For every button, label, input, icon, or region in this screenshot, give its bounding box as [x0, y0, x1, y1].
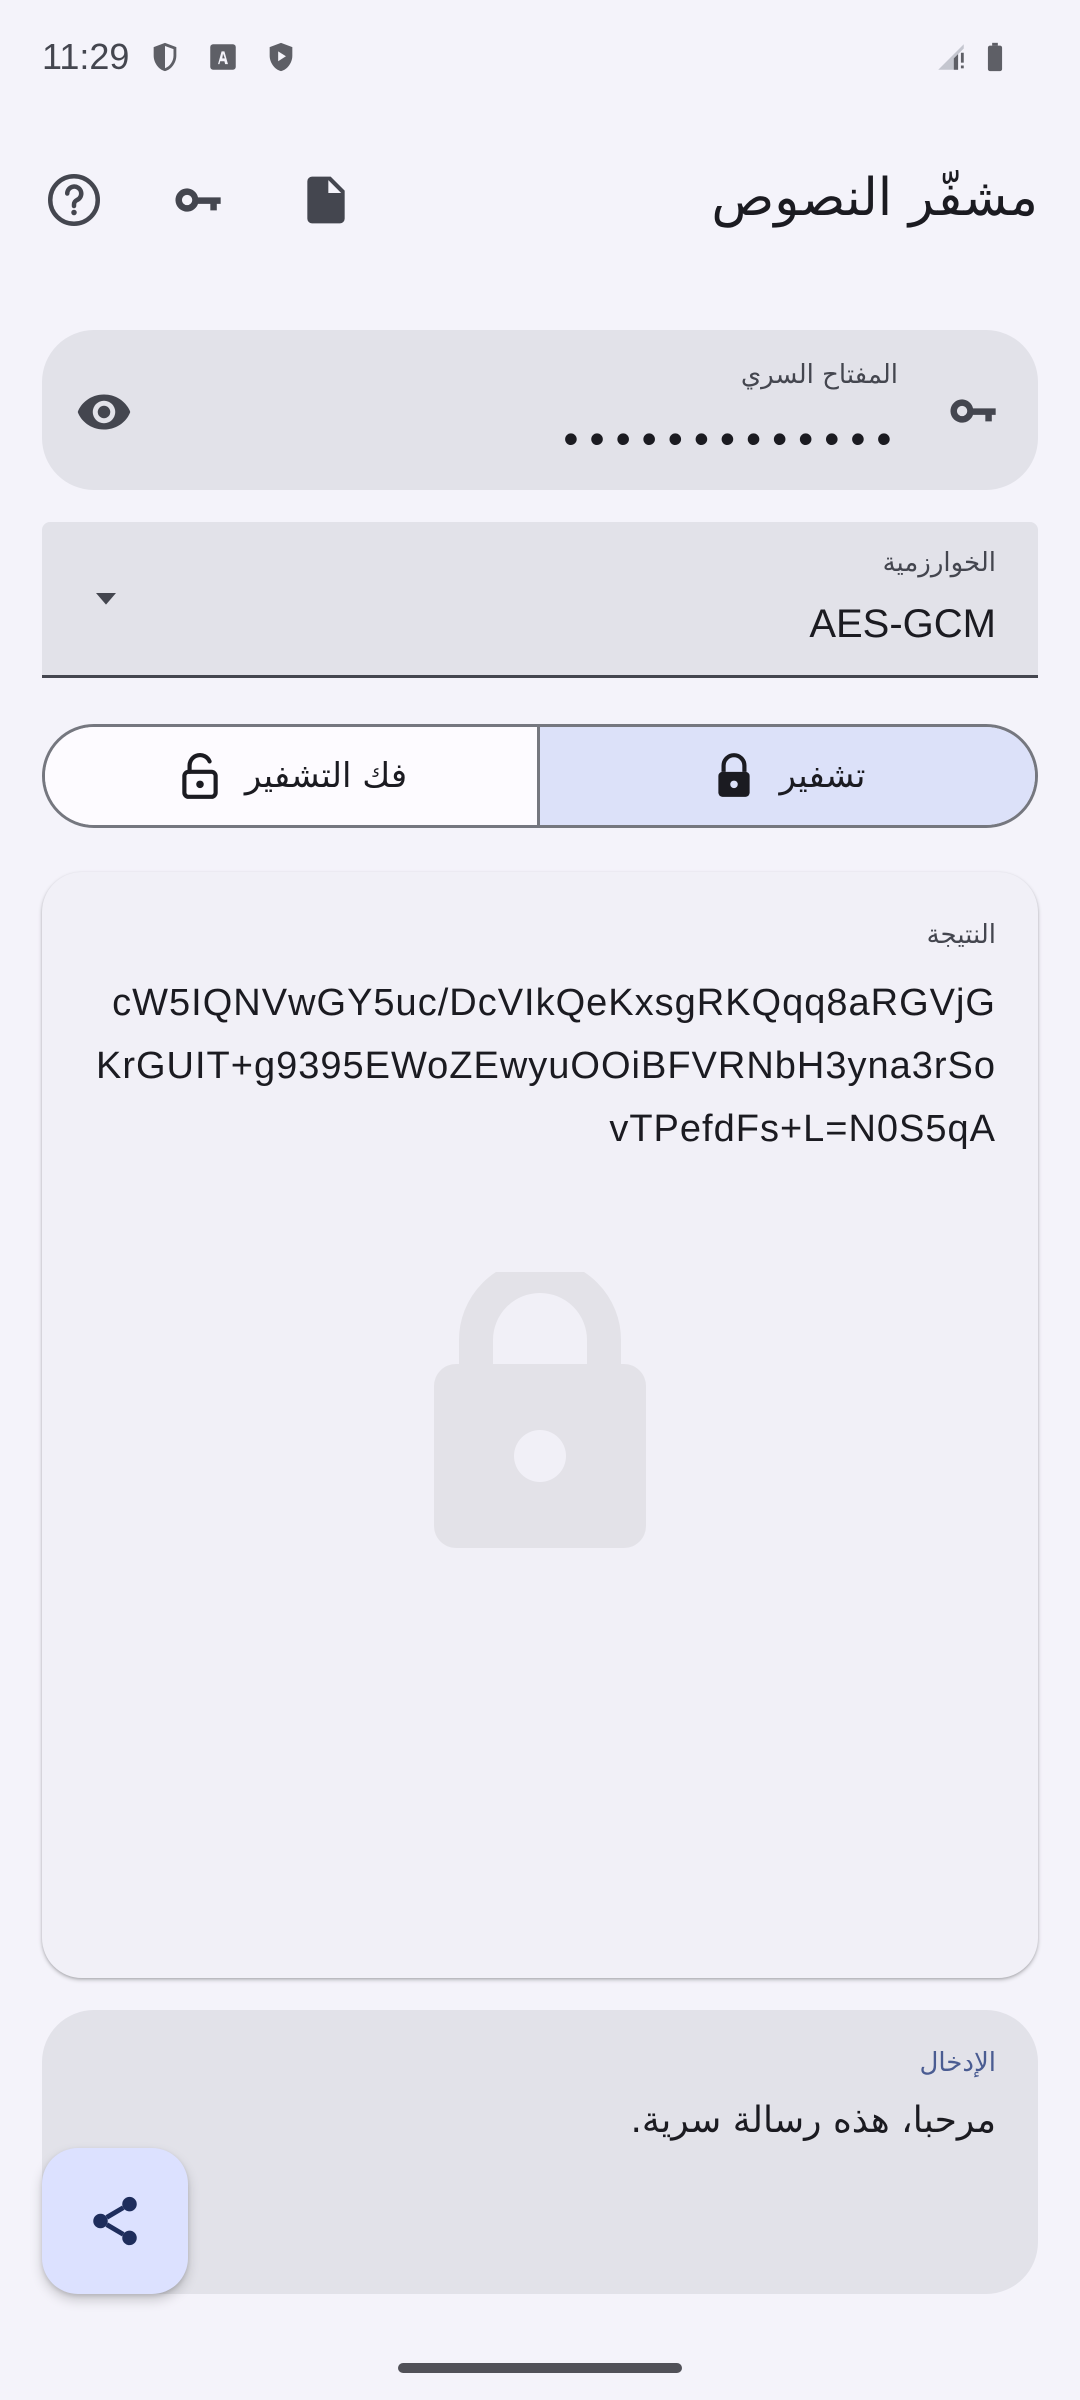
status-bar: 11:29 [0, 0, 1080, 120]
share-icon [93, 2196, 137, 2246]
file-button[interactable] [294, 168, 358, 232]
result-label: النتيجة [926, 920, 996, 950]
share-button[interactable] [42, 2148, 188, 2294]
secret-key-field[interactable]: المفتاح السري ••••••••••••• [42, 330, 1038, 490]
lock-placeholder-icon [434, 1272, 646, 1548]
encrypt-label: تشفير [779, 756, 866, 796]
input-field[interactable]: الإدخال مرحبا، هذه رسالة سرية. [42, 2010, 1038, 2294]
signal-icon [938, 44, 964, 70]
shield-icon [153, 42, 177, 72]
algorithm-value: AES-GCM [809, 602, 996, 646]
key-icon [175, 188, 221, 212]
page-title: مشفّر النصوص [711, 168, 1038, 228]
algorithm-select[interactable]: الخوارزمية AES-GCM [42, 522, 1038, 678]
secret-key-label: المفتاح السري [740, 360, 898, 390]
result-card: النتيجة cW5IQNVwGY5uc/DcVIkQeKxsgRKQqq8a… [42, 872, 1038, 1978]
input-label: الإدخال [919, 2048, 996, 2078]
secret-key-value: ••••••••••••• [558, 418, 898, 464]
play-shield-icon [269, 42, 293, 72]
dropdown-arrow-icon[interactable] [86, 578, 126, 618]
lock-icon [718, 753, 751, 797]
mode-segmented-control: فك التشفير تشفير [42, 724, 1038, 828]
key-manage-button[interactable] [168, 168, 232, 232]
algorithm-label: الخوارزمية [882, 548, 996, 578]
status-time: 11:29 [42, 36, 130, 77]
encrypt-button[interactable]: تشفير [540, 727, 1035, 825]
input-text[interactable]: مرحبا، هذه رسالة سرية. [630, 2100, 996, 2141]
help-button[interactable] [42, 168, 106, 232]
decrypt-button[interactable]: فك التشفير [45, 727, 540, 825]
file-icon [307, 176, 345, 224]
battery-icon [987, 42, 1003, 72]
decrypt-label: فك التشفير [244, 756, 408, 796]
key-icon [950, 399, 996, 423]
result-text[interactable]: cW5IQNVwGY5uc/DcVIkQeKxsgRKQqq8aRGVjGKrG… [96, 972, 996, 1161]
visibility-toggle-icon[interactable] [74, 382, 134, 442]
font-badge-icon [210, 44, 236, 70]
lock-open-icon [182, 753, 218, 799]
help-icon [48, 174, 100, 226]
gesture-navigation-bar[interactable] [398, 2363, 682, 2373]
